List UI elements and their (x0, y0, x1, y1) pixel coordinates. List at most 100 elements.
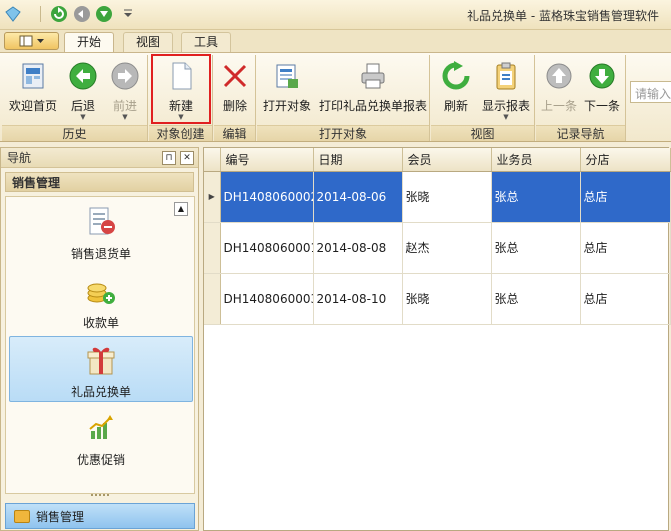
data-grid: 编号 日期 会员 业务员 分店 ▶ DH1408060002 2014-08-0… (203, 147, 671, 531)
pin-icon[interactable]: ⊓ (162, 151, 176, 165)
delete-label: 删除 (222, 99, 247, 113)
cell-salesman[interactable]: 张总 (491, 273, 581, 325)
nav-section-header[interactable]: 销售管理 (5, 172, 194, 192)
chevron-down-icon[interactable]: ▼ (122, 113, 127, 121)
refresh-label: 刷新 (443, 99, 468, 113)
nav-item-sales-return[interactable]: 销售退货单 (9, 199, 193, 265)
cell-id[interactable]: DH1408060001 (220, 222, 314, 274)
nav-bottom-label: 销售管理 (36, 510, 85, 524)
cell-branch[interactable]: 总店 (580, 222, 671, 274)
next-record-button[interactable]: 下一条 (580, 57, 624, 121)
open-object-icon (276, 64, 298, 88)
gift-icon (87, 347, 115, 375)
group-label-view: 视图 (431, 125, 534, 141)
column-header-salesman[interactable]: 业务员 (491, 148, 581, 172)
prev-record-button[interactable]: 上一条 (538, 57, 580, 121)
cell-salesman[interactable]: 张总 (491, 171, 581, 223)
nav-bottom-sales-management[interactable]: 销售管理 (5, 503, 195, 529)
nav-item-receipt[interactable]: 收款单 (9, 268, 193, 334)
app-logo-icon[interactable] (4, 5, 22, 23)
forward-label: 前进 (112, 99, 137, 113)
home-label: 欢迎首页 (8, 99, 57, 113)
app-menu-button[interactable] (4, 32, 59, 50)
table-row[interactable]: ▶ DH1408060002 2014-08-06 张晓 张总 总店 (204, 171, 671, 223)
show-report-button[interactable]: 显示报表 ▼ (479, 57, 533, 121)
show-report-label: 显示报表 (481, 99, 530, 113)
cell-member[interactable]: 张晓 (402, 171, 492, 223)
sales-return-icon (89, 207, 115, 235)
forward-button[interactable]: 前进 ▼ (104, 57, 146, 121)
nav-item-gift-exchange[interactable]: 礼品兑换单 (9, 336, 193, 402)
table-row[interactable]: DH1408060001 2014-08-08 赵杰 张总 总店 (204, 222, 671, 274)
tab-tools[interactable]: 工具 (181, 32, 232, 52)
group-record-nav: 上一条 下一条 记录导航 (536, 55, 626, 141)
cell-branch[interactable]: 总店 (580, 171, 671, 223)
receipt-coins-icon (87, 283, 115, 304)
table-row[interactable]: DH1408060003 2014-08-10 张晓 张总 总店 (204, 273, 671, 325)
cell-id[interactable]: DH1408060003 (220, 273, 314, 325)
back-button[interactable]: 后退 ▼ (62, 57, 104, 121)
back-label: 后退 (70, 99, 95, 113)
splitter-grip[interactable] (91, 494, 109, 498)
title-bar: 礼品兑换单 - 蓝格珠宝销售管理软件 (0, 0, 671, 30)
group-view: 刷新 显示报表 ▼ 视图 (431, 55, 535, 141)
column-header-date[interactable]: 日期 (313, 148, 403, 172)
app-menu-icon (19, 35, 33, 47)
back-arrow-icon (69, 62, 97, 90)
nav-item-label: 收款单 (82, 316, 119, 330)
print-report-button[interactable]: 打印礼品兑换单报表 (317, 57, 429, 121)
cell-salesman[interactable]: 张总 (491, 222, 581, 274)
cell-branch[interactable]: 总店 (580, 273, 671, 325)
column-header-member[interactable]: 会员 (402, 148, 492, 172)
grid-header-row: 编号 日期 会员 业务员 分店 (204, 148, 671, 172)
up-arrow-icon (546, 63, 572, 89)
forward-arrow-icon (111, 62, 139, 90)
chevron-down-icon (37, 39, 44, 43)
nav-item-promotion[interactable]: 优惠促销 (9, 405, 193, 471)
group-label-object-create: 对象创建 (149, 125, 212, 141)
report-clipboard-icon (496, 62, 516, 90)
row-indicator[interactable] (204, 222, 221, 274)
nav-item-label: 优惠促销 (76, 453, 125, 467)
tab-view[interactable]: 视图 (123, 32, 174, 52)
row-indicator-header (204, 148, 221, 172)
close-icon[interactable]: ✕ (180, 151, 194, 165)
delete-button[interactable]: 删除 (216, 57, 254, 121)
cell-date[interactable]: 2014-08-06 (313, 171, 403, 223)
refresh-button[interactable]: 刷新 (435, 57, 477, 121)
nav-title: 导航 (7, 151, 32, 165)
open-object-label: 打开对象 (262, 99, 311, 113)
next-record-label: 下一条 (583, 99, 620, 113)
column-header-branch[interactable]: 分店 (580, 148, 671, 172)
chevron-down-icon[interactable]: ▼ (80, 113, 85, 121)
window-title: 礼品兑换单 - 蓝格珠宝销售管理软件 (467, 9, 659, 23)
print-report-label: 打印礼品兑换单报表 (318, 99, 427, 113)
customize-icon[interactable] (119, 5, 137, 23)
open-object-button[interactable]: 打开对象 (259, 57, 315, 121)
nav-list: ▲ 销售退货单 收款单 礼品兑换单 优惠促销 (5, 196, 195, 494)
cell-id[interactable]: DH1408060002 (220, 171, 314, 223)
row-indicator-arrow-icon[interactable]: ▶ (204, 171, 221, 223)
refresh-icon[interactable] (50, 5, 68, 23)
ribbon-tabs: 开始 视图 工具 (0, 30, 671, 52)
column-header-id[interactable]: 编号 (220, 148, 314, 172)
search-input[interactable]: 请输入 (630, 81, 671, 103)
nav-item-label: 销售退货单 (70, 247, 131, 261)
red-highlight-box (151, 54, 211, 124)
cell-date[interactable]: 2014-08-10 (313, 273, 403, 325)
back-icon[interactable] (73, 5, 91, 23)
prev-record-label: 上一条 (540, 99, 577, 113)
group-label-history: 历史 (2, 125, 147, 141)
cell-member[interactable]: 张晓 (402, 273, 492, 325)
ribbon: 欢迎首页 后退 ▼ 前进 ▼ 历史 新建 ▼ 对象创建 删除 编辑 打开对象 打… (0, 52, 671, 142)
delete-x-icon (223, 64, 247, 88)
home-button[interactable]: 欢迎首页 (4, 57, 62, 121)
nav-header: 导航 ⊓ ✕ (1, 148, 198, 168)
cell-date[interactable]: 2014-08-08 (313, 222, 403, 274)
forward-icon[interactable] (95, 5, 113, 23)
tab-start[interactable]: 开始 (64, 32, 115, 52)
nav-item-label: 礼品兑换单 (70, 385, 131, 399)
chevron-down-icon[interactable]: ▼ (503, 113, 508, 121)
row-indicator[interactable] (204, 273, 221, 325)
cell-member[interactable]: 赵杰 (402, 222, 492, 274)
